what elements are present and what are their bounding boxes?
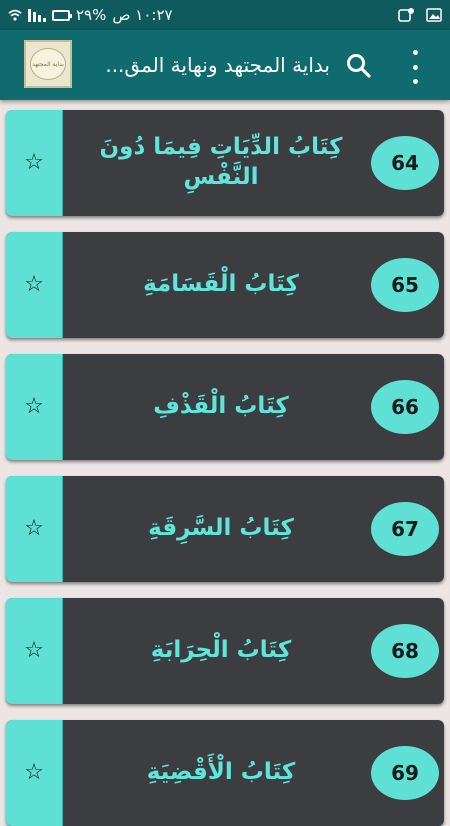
clock: ١٠:٢٧ ص <box>112 6 173 24</box>
logo-text: بداية المجتهد <box>30 48 66 80</box>
favorite-button[interactable]: ☆ <box>6 598 63 704</box>
battery-icon <box>52 9 72 21</box>
list-item[interactable]: ☆ كِتَابُ الْقَذْفِ 66 <box>6 354 444 460</box>
list-item[interactable]: ☆ كِتَابُ الْأَقْضِيَةِ 69 <box>6 720 444 826</box>
notification-icon <box>398 8 414 22</box>
chapter-list: ☆ كِتَابُ الدِّيَاتِ فِيمَا دُونَ النَّف… <box>0 100 450 826</box>
star-icon: ☆ <box>24 760 44 785</box>
more-vert-icon[interactable] <box>405 50 425 84</box>
chapter-title: كِتَابُ الدِّيَاتِ فِيمَا دُونَ النَّفْس… <box>99 134 343 190</box>
list-item[interactable]: ☆ كِتَابُ الدِّيَاتِ فِيمَا دُونَ النَّف… <box>6 110 444 216</box>
chapter-title: كِتَابُ الْقَسَامَةِ <box>143 271 299 298</box>
gallery-icon <box>426 8 442 22</box>
list-item[interactable]: ☆ كِتَابُ الْحِرَابَةِ 68 <box>6 598 444 704</box>
status-right <box>398 7 442 23</box>
list-item[interactable]: ☆ كِتَابُ الْقَسَامَةِ 65 <box>6 232 444 338</box>
app-toolbar: بداية المجتهد بداية المجتهد ونهاية المق.… <box>0 30 450 100</box>
favorite-button[interactable]: ☆ <box>6 476 63 582</box>
status-bar: ١٠:٢٧ ص %٢٩ <box>0 0 450 30</box>
chapter-number: 65 <box>371 258 439 312</box>
star-icon: ☆ <box>24 272 44 297</box>
star-icon: ☆ <box>24 394 44 419</box>
chapter-title: كِتَابُ الْأَقْضِيَةِ <box>146 759 296 786</box>
chapter-number: 69 <box>371 746 439 800</box>
star-icon: ☆ <box>24 516 44 541</box>
list-item[interactable]: ☆ كِتَابُ السَّرِقَةِ 67 <box>6 476 444 582</box>
favorite-button[interactable]: ☆ <box>6 720 63 826</box>
favorite-button[interactable]: ☆ <box>6 110 63 216</box>
wifi-icon <box>8 9 22 21</box>
signal-icon <box>28 8 46 22</box>
app-logo: بداية المجتهد <box>24 40 72 88</box>
chapter-number: 68 <box>371 624 439 678</box>
chapter-title: كِتَابُ السَّرِقَةِ <box>148 515 294 542</box>
chapter-title: كِتَابُ الْحِرَابَةِ <box>150 637 292 664</box>
search-icon[interactable] <box>345 52 373 80</box>
status-left: ١٠:٢٧ ص %٢٩ <box>8 6 173 24</box>
chapter-number: 67 <box>371 502 439 556</box>
favorite-button[interactable]: ☆ <box>6 354 63 460</box>
battery-percent: %٢٩ <box>76 6 107 24</box>
chapter-title: كِتَابُ الْقَذْفِ <box>153 393 289 420</box>
page-title: بداية المجتهد ونهاية المق... <box>105 53 330 77</box>
star-icon: ☆ <box>24 150 44 175</box>
chapter-number: 66 <box>371 380 439 434</box>
star-icon: ☆ <box>24 638 44 663</box>
chapter-number: 64 <box>371 136 439 190</box>
favorite-button[interactable]: ☆ <box>6 232 63 338</box>
